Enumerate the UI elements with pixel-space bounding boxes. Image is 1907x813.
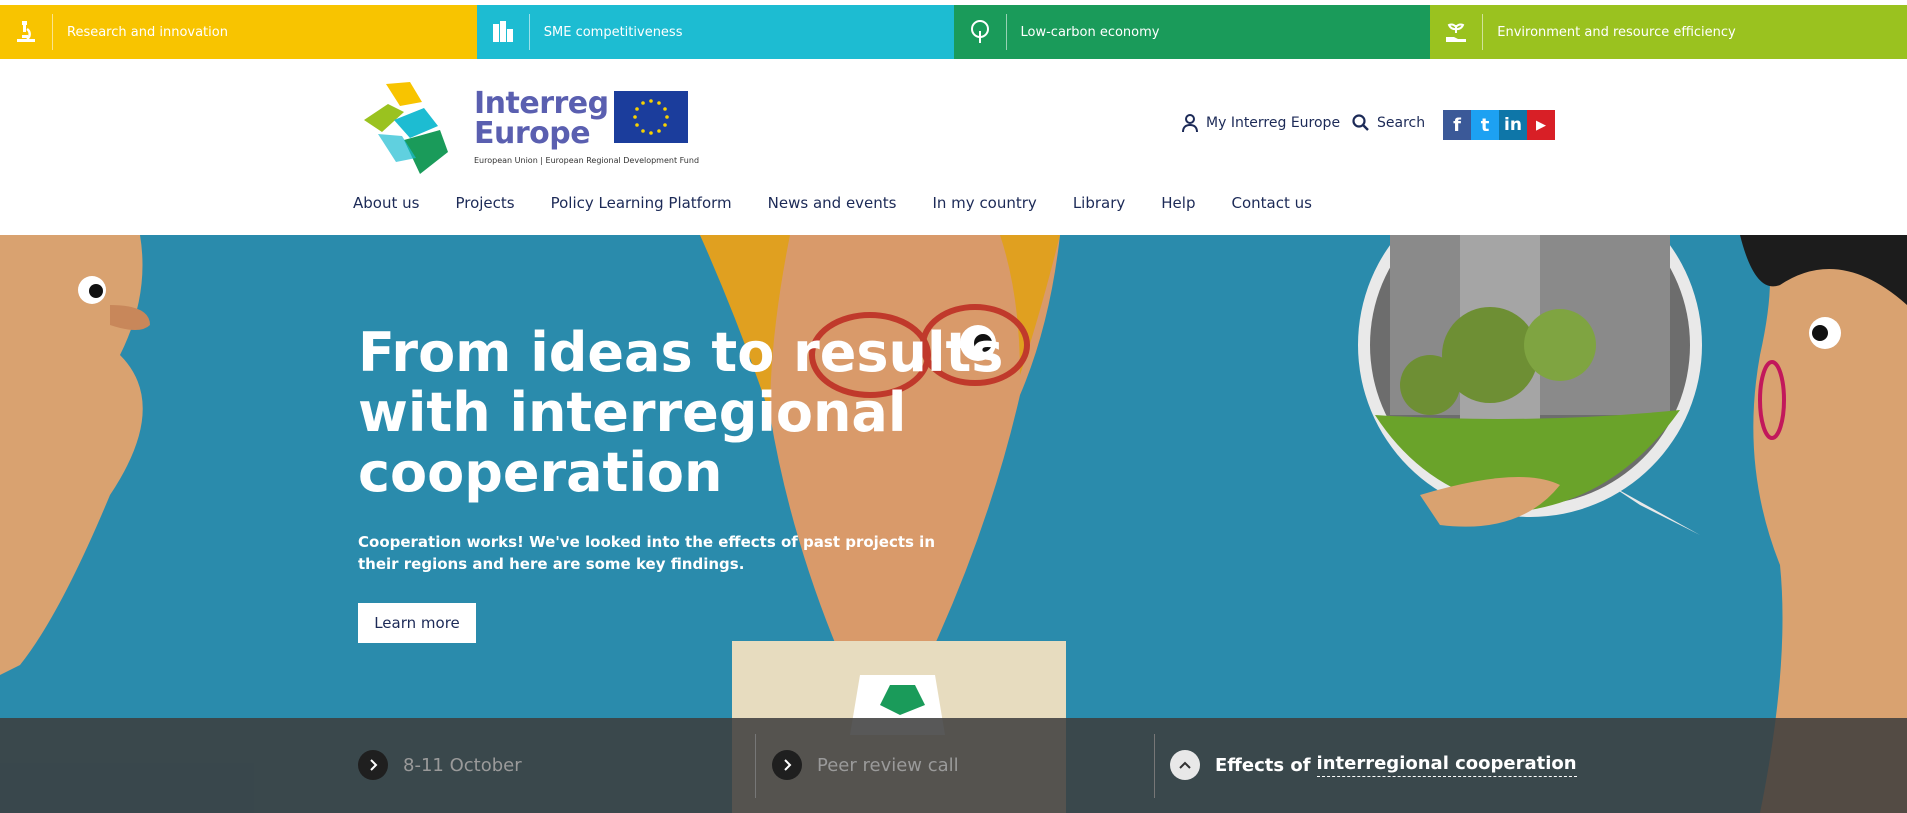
topic-divider xyxy=(52,14,53,50)
logo-mark-icon xyxy=(364,82,448,174)
topic-divider xyxy=(1005,14,1007,50)
topic-label: Low-carbon economy xyxy=(1020,24,1160,40)
topic-sme[interactable]: SME competitiveness xyxy=(476,5,954,59)
eu-flag-icon xyxy=(614,91,688,143)
hand-plant-icon xyxy=(1430,5,1482,59)
my-interreg-link[interactable]: My Interreg Europe xyxy=(1182,114,1340,132)
slider-divider xyxy=(755,734,756,798)
nav-library[interactable]: Library xyxy=(1073,194,1125,212)
nav-contact-us[interactable]: Contact us xyxy=(1231,194,1311,212)
topic-label: Environment and resource efficiency xyxy=(1497,24,1736,40)
hero-title: From ideas to results with interregional… xyxy=(358,321,1004,504)
logo-text-europe: Europe xyxy=(474,116,591,151)
nav-about-us[interactable]: About us xyxy=(353,194,419,212)
topic-label: SME competitiveness xyxy=(543,24,683,40)
topic-research[interactable]: Research and innovation xyxy=(0,5,477,59)
topic-low-carbon[interactable]: Low-carbon economy xyxy=(953,5,1431,59)
topic-divider xyxy=(1482,14,1484,50)
facebook-icon[interactable]: f xyxy=(1443,110,1471,140)
slider-tab-8-11-october[interactable]: 8-11 October xyxy=(358,750,522,780)
slider-tab-label-plain: Effects of xyxy=(1215,754,1311,776)
nav-help[interactable]: Help xyxy=(1161,194,1195,212)
nav-in-my-country[interactable]: In my country xyxy=(932,194,1036,212)
nav-news-and-events[interactable]: News and events xyxy=(768,194,897,212)
interreg-europe-logo[interactable]: Interreg Europe European Union | Europea… xyxy=(360,80,700,180)
nav-projects[interactable]: Projects xyxy=(455,194,514,212)
nav-policy-learning-platform[interactable]: Policy Learning Platform xyxy=(551,194,732,212)
topic-environment[interactable]: Environment and resource efficiency xyxy=(1430,5,1907,59)
tree-icon xyxy=(954,5,1006,59)
search-link[interactable]: Search xyxy=(1352,114,1425,131)
slider-tab-label: 8-11 October xyxy=(403,754,522,776)
main-navigation: About us Projects Policy Learning Platfo… xyxy=(353,194,1312,212)
slider-tab-label-link: interregional cooperation xyxy=(1316,753,1577,777)
slider-tab-peer-review-call[interactable]: Peer review call xyxy=(772,750,959,780)
user-icon xyxy=(1182,114,1198,132)
search-label: Search xyxy=(1377,114,1426,131)
learn-more-button[interactable]: Learn more xyxy=(358,603,476,643)
slider-divider xyxy=(1154,734,1155,798)
topic-bar: Research and innovation SME competitiven… xyxy=(0,5,1907,59)
microscope-icon xyxy=(0,5,52,59)
slider-tab-effects-of-interregional-cooperation[interactable]: Effects of interregional cooperation xyxy=(1170,750,1577,780)
twitter-icon[interactable]: t xyxy=(1471,110,1499,140)
linkedin-icon[interactable]: in xyxy=(1499,110,1527,140)
my-interreg-label: My Interreg Europe xyxy=(1206,115,1341,131)
social-links: f t in ▶ xyxy=(1443,110,1555,140)
youtube-icon[interactable]: ▶ xyxy=(1527,110,1555,140)
search-icon xyxy=(1352,114,1369,131)
topic-label: Research and innovation xyxy=(67,24,228,40)
logo-subtitle: European Union | European Regional Devel… xyxy=(474,156,700,165)
topic-divider xyxy=(528,14,530,50)
chevron-right-icon xyxy=(358,750,388,780)
buildings-icon xyxy=(477,5,529,59)
slider-tab-label: Peer review call xyxy=(817,754,959,776)
hero-description: Cooperation works! We've looked into the… xyxy=(358,533,935,573)
chevron-right-icon xyxy=(772,750,802,780)
chevron-up-icon xyxy=(1170,750,1200,780)
